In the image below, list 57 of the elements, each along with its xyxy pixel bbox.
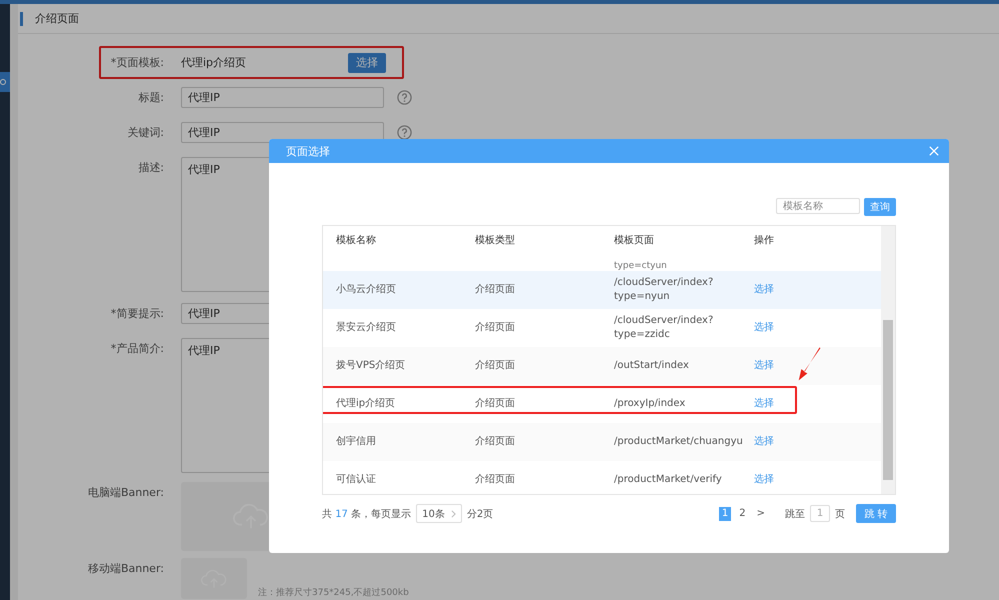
table-cell-text: 介绍页面 [475,283,516,297]
table-cell-text: /proxyIp/index [614,397,686,411]
table-row[interactable]: 景安云介绍页 介绍页面 /cloudServer/index? type=zzidc 选择 [323,309,881,347]
page-size-select[interactable]: 10条 [416,504,462,523]
table-cell-text: 介绍页面 [475,435,516,449]
page-unit: 页 [835,508,845,520]
next-page-button[interactable]: > [754,508,768,519]
input-field[interactable]: 代理IP [181,87,384,108]
table-cell-text: type=ctyun [614,261,668,271]
arrow-icon [797,345,823,381]
table-cell-text: 可信认证 [336,473,377,487]
table-row[interactable]: 拨号VPS介绍页 介绍页面 /outStart/index 选择 [323,347,881,385]
table-cell-text: 介绍页面 [475,359,516,373]
circle-icon [0,79,6,85]
close-icon[interactable] [929,146,939,156]
column-header: 模板名称 [336,234,377,248]
jump-label: 跳至 [785,508,805,520]
field-label: 描述: [137,160,164,176]
table-cell-text: 介绍页面 [475,321,516,335]
table-cell-text: 创宇信用 [336,435,377,449]
table-row[interactable]: 代理ip介绍页 介绍页面 /proxyIp/index 选择 [323,385,881,423]
field-label: 电脑端Banner: [86,485,164,501]
table-cell-text: 小鸟云介绍页 [336,283,397,297]
upload-note: 注：推荐尺寸375*245,不超过500kb [258,586,409,599]
table-cell-text: 景安云介绍页 [336,321,397,335]
page-title: 介绍页面 [35,11,79,26]
column-header: 模板类型 [475,234,516,248]
table-cell-text: /productMarket/verify [614,473,723,487]
field-value: 代理ip介绍页 [181,55,248,71]
table-cell-text: /productMarket/chuangyu [614,435,744,449]
field-label: *页面模板: [110,55,164,71]
total-text: 共 17 条，每页显示 [322,508,412,520]
table-cell-text: /outStart/index [614,359,690,373]
table-cell-text: 介绍页面 [475,397,516,411]
table-cell-text: /cloudServer/index? type=zzidc [614,314,714,342]
table-cell-text: 拨号VPS介绍页 [336,359,406,373]
search-field[interactable]: 模板名称 [776,198,860,214]
field-label: 关键词: [126,125,164,141]
table-cell-text: 代理ip介绍页 [336,397,396,411]
field-label: 移动端Banner: [86,561,164,577]
table-row[interactable]: 可信认证 介绍页面 /productMarket/verify 选择 [323,461,881,494]
column-header: 操作 [754,234,775,248]
table-row[interactable]: 创宇信用 介绍页面 /productMarket/chuangyu 选择 [323,423,881,461]
sidebar-item[interactable] [0,72,10,92]
field-label: 标题: [137,90,164,106]
table-cell-text: /cloudServer/index? type=nyun [614,276,714,304]
field-label: *简要提示: [110,306,164,322]
help-icon[interactable] [397,90,412,105]
chevron-icon [450,510,456,518]
table-cell-text: 介绍页面 [475,473,516,487]
page-count-text: 分2页 [466,508,494,520]
dialog-title: 页面选择 [286,144,330,158]
field-label: *产品简介: [110,341,164,357]
table-row[interactable]: 小鸟云介绍页 介绍页面 /cloudServer/index? type=nyun 选择 [323,271,881,309]
page-button[interactable]: 2 [736,506,749,520]
help-icon[interactable] [397,125,412,140]
column-header: 模板页面 [614,234,655,248]
